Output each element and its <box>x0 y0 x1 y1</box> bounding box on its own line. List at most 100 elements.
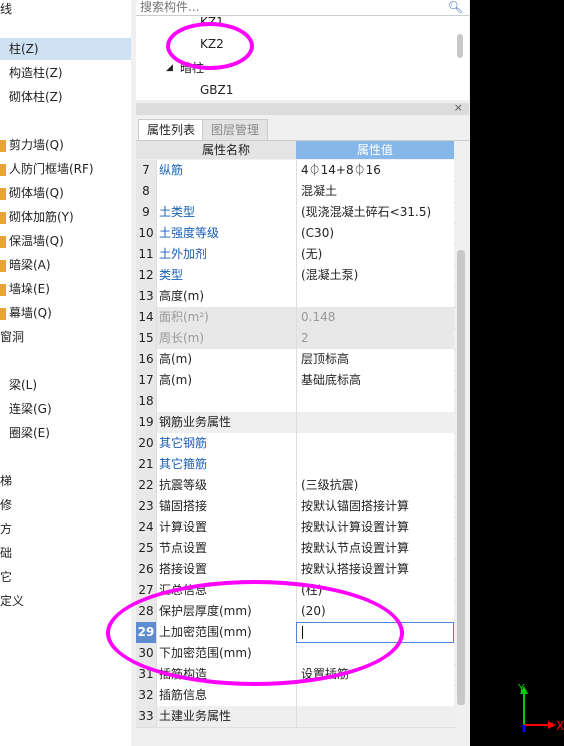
property-value[interactable] <box>296 643 454 664</box>
property-value[interactable]: 设置插筋 <box>296 664 454 685</box>
property-row[interactable]: 28 保护层厚度(mm) (20) <box>136 601 456 623</box>
row-number: 24 <box>136 517 156 538</box>
property-value[interactable]: (混凝土泵) <box>296 265 454 286</box>
tab-layers[interactable]: 图层管理 <box>202 119 269 140</box>
property-name: 插筋构造 <box>156 664 296 685</box>
property-value[interactable] <box>296 706 454 727</box>
category-icon <box>0 283 6 296</box>
tree-item-label: 砌体柱(Z) <box>9 90 63 104</box>
property-name: 高(m) <box>156 370 296 391</box>
component-item-kz2[interactable]: KZ2 <box>200 34 224 54</box>
grid-scroll-thumb[interactable] <box>457 250 465 705</box>
property-value[interactable] <box>296 412 454 433</box>
property-row[interactable]: 33 土建业务属性 <box>136 706 456 728</box>
property-value[interactable]: (无) <box>296 244 454 265</box>
property-row[interactable]: 27 汇总信息 (柱) <box>136 580 456 602</box>
property-value[interactable]: 按默认锚固搭接计算 <box>296 496 454 517</box>
property-value[interactable]: (C30) <box>296 223 454 244</box>
property-row[interactable]: 8 混凝土 <box>136 181 456 203</box>
tree-item[interactable]: 它 <box>0 566 12 588</box>
tree-item[interactable]: 梁(L) <box>0 374 37 396</box>
property-value[interactable]: 2 <box>296 328 454 349</box>
property-value[interactable]: (现浇混凝土碎石<31.5) <box>296 202 454 223</box>
property-value[interactable] <box>296 391 454 412</box>
property-row[interactable]: 14 面积(m²) 0.148 <box>136 307 456 329</box>
tree-item[interactable]: 剪力墙(Q) <box>0 134 64 156</box>
tree-item[interactable]: 砌体墙(Q) <box>0 182 64 204</box>
property-value[interactable]: 0.148 <box>296 307 454 328</box>
property-value[interactable]: (三级抗震) <box>296 475 454 496</box>
tree-item[interactable]: 砌体柱(Z) <box>0 86 63 108</box>
tree-item[interactable]: 幕墙(Q) <box>0 302 52 324</box>
search-icon[interactable]: 🔍︎ <box>448 0 463 14</box>
property-row[interactable]: 9 土类型 (现浇混凝土碎石<31.5) <box>136 202 456 224</box>
property-value[interactable]: 按默认节点设置计算 <box>296 538 454 559</box>
tree-item[interactable]: 连梁(G) <box>0 398 52 420</box>
search-input[interactable] <box>136 0 440 14</box>
property-value[interactable] <box>296 622 454 643</box>
property-row[interactable]: 32 插筋信息 <box>136 685 456 707</box>
tree-item[interactable]: 保温墙(Q) <box>0 230 64 252</box>
tree-item-label: 墙垛(E) <box>9 282 50 296</box>
property-value[interactable] <box>296 433 454 454</box>
tree-item[interactable]: 线 <box>0 0 12 20</box>
tree-item[interactable]: 方 <box>0 518 12 540</box>
tree-item[interactable]: 圈梁(E) <box>0 422 50 444</box>
property-row[interactable]: 7 纵筋 4⏀14+8⏀16 <box>136 160 456 182</box>
tree-item-label: 窗洞 <box>0 330 25 344</box>
property-row[interactable]: 24 计算设置 按默认计算设置计算 <box>136 517 456 539</box>
property-row[interactable]: 13 高度(m) <box>136 286 456 308</box>
property-row[interactable]: 16 高(m) 层顶标高 <box>136 349 456 371</box>
tab-properties[interactable]: 属性列表 <box>138 119 205 140</box>
property-value[interactable]: (柱) <box>296 580 454 601</box>
tree-item[interactable]: 砌体加筋(Y) <box>0 206 74 228</box>
property-value[interactable]: 4⏀14+8⏀16 <box>296 160 454 181</box>
close-icon[interactable]: × <box>454 101 463 114</box>
property-value[interactable]: 基础底标高 <box>296 370 454 391</box>
property-value[interactable]: 层顶标高 <box>296 349 454 370</box>
tree-scrollbar[interactable] <box>457 34 463 58</box>
tree-item[interactable]: 人防门框墙(RF) <box>0 158 94 180</box>
property-row[interactable]: 17 高(m) 基础底标高 <box>136 370 456 392</box>
property-row[interactable]: 12 类型 (混凝土泵) <box>136 265 456 287</box>
property-row[interactable]: 30 下加密范围(mm) <box>136 643 456 665</box>
component-item-gbz1[interactable]: GBZ1 <box>200 80 233 100</box>
property-row[interactable]: 23 锚固搭接 按默认锚固搭接计算 <box>136 496 456 518</box>
tree-item[interactable]: 暗梁(A) <box>0 254 51 276</box>
property-row[interactable]: 22 抗震等级 (三级抗震) <box>136 475 456 497</box>
tree-item[interactable]: 础 <box>0 542 12 564</box>
tree-item-label: 构造柱(Z) <box>9 66 63 80</box>
tree-item[interactable]: 修 <box>0 494 12 516</box>
property-row[interactable]: 31 插筋构造 设置插筋 <box>136 664 456 686</box>
property-row[interactable]: 29 上加密范围(mm) <box>136 622 456 644</box>
property-row[interactable]: 20 其它钢筋 <box>136 433 456 455</box>
property-name: 抗震等级 <box>156 475 296 496</box>
group-label-hidden-column[interactable]: 暗柱 <box>180 58 204 78</box>
expand-icon[interactable]: ◢ <box>166 58 173 78</box>
property-row[interactable]: 11 土外加剂 (无) <box>136 244 456 266</box>
tree-item[interactable]: 墙垛(E) <box>0 278 50 300</box>
property-value[interactable]: 按默认搭接设置计算 <box>296 559 454 580</box>
tree-item[interactable]: 柱(Z) <box>0 38 140 60</box>
tree-item[interactable]: 窗洞 <box>0 326 24 348</box>
property-row[interactable]: 21 其它箍筋 <box>136 454 456 476</box>
property-row[interactable]: 19 钢筋业务属性 <box>136 412 456 434</box>
tree-item[interactable]: 梯 <box>0 470 12 492</box>
property-value[interactable]: (20) <box>296 601 454 622</box>
x-axis-label: X <box>556 719 564 733</box>
property-value[interactable] <box>296 685 454 706</box>
property-row[interactable]: 10 土强度等级 (C30) <box>136 223 456 245</box>
property-value[interactable] <box>296 454 454 475</box>
property-row[interactable]: 15 周长(m) 2 <box>136 328 456 350</box>
property-row[interactable]: 26 搭接设置 按默认搭接设置计算 <box>136 559 456 581</box>
tree-item[interactable]: 构造柱(Z) <box>0 62 63 84</box>
property-value[interactable] <box>296 286 454 307</box>
category-icon <box>0 211 6 224</box>
property-value[interactable]: 按默认计算设置计算 <box>296 517 454 538</box>
property-row[interactable]: 25 节点设置 按默认节点设置计算 <box>136 538 456 560</box>
property-row[interactable]: 18 <box>136 391 456 413</box>
property-value[interactable]: 混凝土 <box>296 181 454 202</box>
component-item-kz1[interactable]: KZ1 <box>200 12 224 32</box>
category-icon <box>0 235 6 248</box>
tree-item[interactable]: 定义 <box>0 590 24 612</box>
